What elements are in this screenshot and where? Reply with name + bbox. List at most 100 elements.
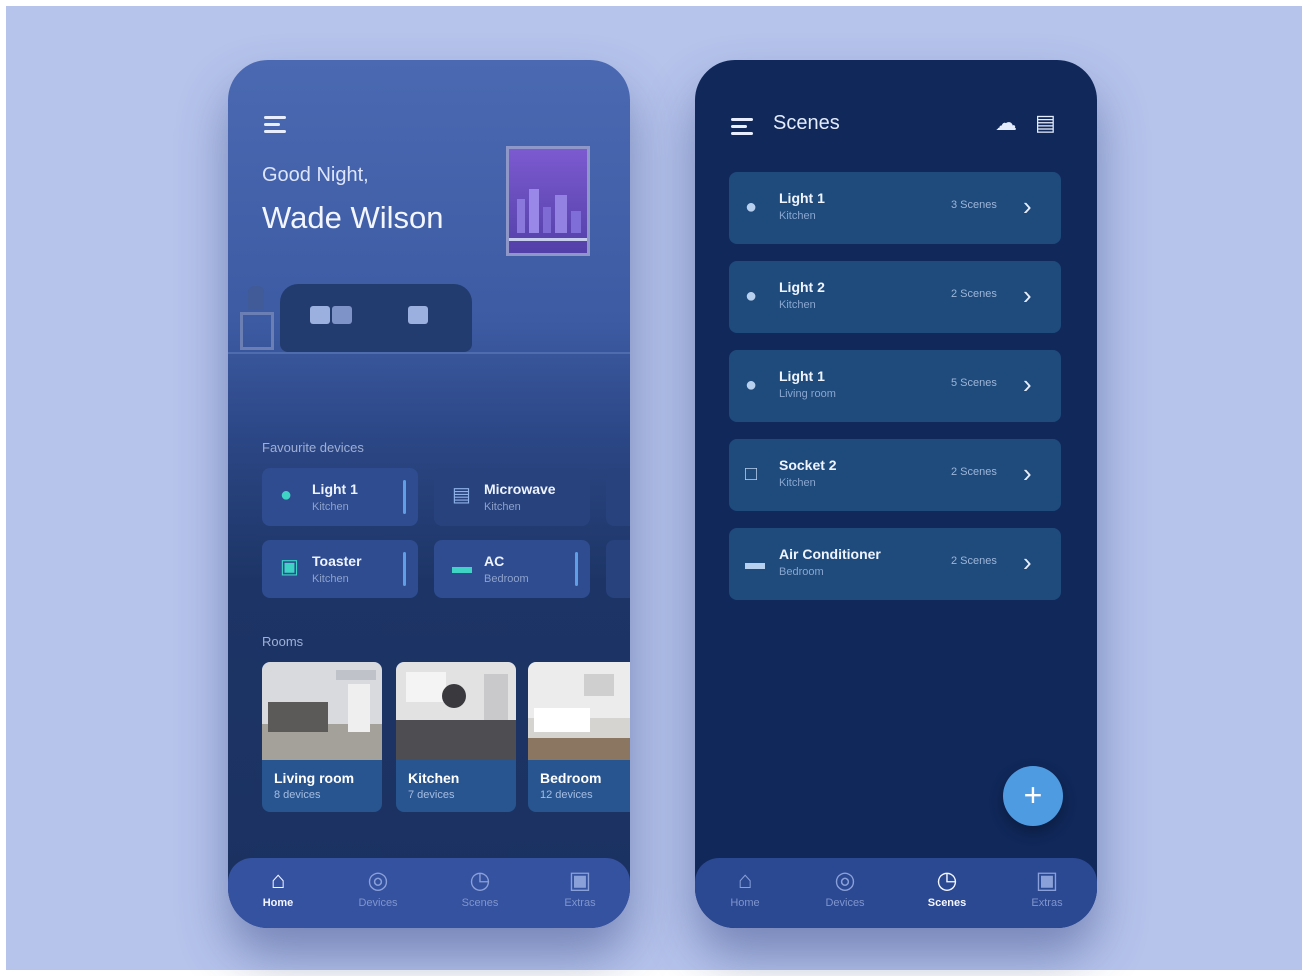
chevron-right-icon: ›	[1023, 369, 1032, 399]
home-icon: ⌂	[737, 867, 753, 894]
ac-icon: ▬	[745, 552, 765, 574]
bar-chart-icon[interactable]: ▤	[1035, 110, 1056, 136]
device-room: Bedroom	[484, 573, 529, 585]
scene-count: 2 Scenes	[951, 288, 997, 300]
home-screen: Good Night, Wade Wilson Favourite device…	[228, 60, 630, 928]
room-name: Living room	[274, 770, 355, 786]
devices-icon: ◎	[367, 867, 389, 894]
scene-row[interactable]: □ Socket 2 Kitchen 2 Scenes ›	[729, 439, 1061, 511]
add-scene-button[interactable]: +	[1003, 766, 1063, 826]
menu-icon[interactable]	[731, 118, 753, 135]
scene-device-name: Air Conditioner	[779, 546, 881, 562]
scene-row[interactable]: ▬ Air Conditioner Bedroom 2 Scenes ›	[729, 528, 1061, 600]
nav-scenes[interactable]: ◷ Scenes	[907, 867, 987, 910]
room-devices: 8 devices	[274, 789, 321, 801]
bulb-icon: ●	[745, 285, 758, 307]
device-card-microwave[interactable]: ▤ Microwave Kitchen	[434, 468, 590, 526]
device-name: AC	[484, 553, 505, 569]
scene-device-name: Light 1	[779, 190, 825, 206]
scene-device-room: Kitchen	[779, 210, 816, 222]
greeting: Good Night,	[262, 164, 369, 186]
chevron-right-icon: ›	[1023, 280, 1032, 310]
device-room: Kitchen	[312, 501, 349, 513]
nav-label: Home	[262, 897, 294, 909]
nav-extras[interactable]: ▣ Extras	[1007, 867, 1087, 910]
scene-row[interactable]: ● Light 1 Living room 5 Scenes ›	[729, 350, 1061, 422]
scene-count: 2 Scenes	[951, 555, 997, 567]
bedroom-photo	[528, 662, 630, 760]
device-card-partial[interactable]	[606, 468, 630, 526]
device-card-toaster[interactable]: ▣ Toaster Kitchen	[262, 540, 418, 598]
menu-icon[interactable]	[264, 116, 286, 133]
room-card-living-room[interactable]: Living room 8 devices	[262, 662, 382, 812]
room-card-kitchen[interactable]: Kitchen 7 devices	[396, 662, 516, 812]
scene-count: 5 Scenes	[951, 377, 997, 389]
kitchen-photo	[396, 662, 516, 760]
device-card-light-1[interactable]: ● Light 1 Kitchen	[262, 468, 418, 526]
window-illustration	[506, 146, 590, 256]
clock-icon: ◷	[469, 867, 491, 894]
page-title: Scenes	[773, 112, 840, 134]
microwave-icon: ▤	[452, 484, 471, 506]
nav-devices[interactable]: ◎ Devices	[805, 867, 885, 910]
nav-label: Extras	[1031, 897, 1063, 909]
ac-icon: ▬	[452, 556, 472, 578]
nav-label: Home	[730, 897, 760, 909]
room-devices: 12 devices	[540, 789, 593, 801]
scene-device-name: Socket 2	[779, 457, 837, 473]
nav-scenes[interactable]: ◷ Scenes	[440, 867, 520, 910]
room-name: Bedroom	[540, 770, 602, 786]
device-name: Light 1	[312, 481, 358, 497]
room-devices: 7 devices	[408, 789, 455, 801]
nav-label: Extras	[564, 897, 596, 909]
device-name: Toaster	[312, 553, 362, 569]
device-card-partial[interactable]	[606, 540, 630, 598]
side-table-illustration	[240, 312, 274, 350]
bulb-icon: ●	[745, 374, 758, 396]
clock-icon: ◷	[936, 867, 958, 894]
scene-device-name: Light 2	[779, 279, 825, 295]
cloud-upload-icon[interactable]: ☁	[995, 110, 1017, 136]
device-name: Microwave	[484, 481, 556, 497]
scene-device-room: Living room	[779, 388, 836, 400]
lamp-illustration	[248, 286, 264, 310]
chevron-right-icon: ›	[1023, 191, 1032, 221]
floor-line	[228, 352, 630, 354]
scenes-screen: Scenes ☁ ▤ ● Light 1 Kitchen 3 Scenes › …	[695, 60, 1097, 928]
bulb-icon: ●	[745, 196, 758, 218]
chevron-right-icon: ›	[1023, 547, 1032, 577]
home-icon: ⌂	[270, 867, 286, 894]
nav-home[interactable]: ⌂ Home	[238, 867, 318, 910]
bottom-nav: ⌂ Home ◎ Devices ◷ Scenes ▣ Extras	[228, 858, 630, 928]
bulb-icon: ●	[280, 484, 293, 506]
device-room: Kitchen	[484, 501, 521, 513]
device-room: Kitchen	[312, 573, 349, 585]
scene-row[interactable]: ● Light 1 Kitchen 3 Scenes ›	[729, 172, 1061, 244]
room-name: Kitchen	[408, 770, 460, 786]
scene-device-name: Light 1	[779, 368, 825, 384]
favourites-title: Favourite devices	[262, 440, 364, 455]
extras-icon: ▣	[1035, 867, 1059, 894]
scene-device-room: Bedroom	[779, 566, 824, 578]
scene-count: 2 Scenes	[951, 466, 997, 478]
bottom-nav: ⌂ Home ◎ Devices ◷ Scenes ▣ Extras	[695, 858, 1097, 928]
devices-icon: ◎	[834, 867, 856, 894]
nav-devices[interactable]: ◎ Devices	[338, 867, 418, 910]
scene-device-room: Kitchen	[779, 477, 816, 489]
room-card-bedroom[interactable]: Bedroom 12 devices	[528, 662, 630, 812]
toaster-icon: ▣	[280, 556, 299, 578]
nav-label: Scenes	[461, 897, 499, 909]
extras-icon: ▣	[568, 867, 592, 894]
background: Good Night, Wade Wilson Favourite device…	[6, 6, 1302, 970]
sofa-illustration	[280, 284, 472, 352]
nav-home[interactable]: ⌂ Home	[705, 867, 785, 910]
chevron-right-icon: ›	[1023, 458, 1032, 488]
rooms-title: Rooms	[262, 634, 304, 649]
user-name: Wade Wilson	[262, 200, 444, 235]
nav-label: Scenes	[927, 897, 967, 909]
socket-icon: □	[745, 463, 758, 485]
living-room-photo	[262, 662, 382, 760]
device-card-ac[interactable]: ▬ AC Bedroom	[434, 540, 590, 598]
nav-extras[interactable]: ▣ Extras	[540, 867, 620, 910]
scene-row[interactable]: ● Light 2 Kitchen 2 Scenes ›	[729, 261, 1061, 333]
